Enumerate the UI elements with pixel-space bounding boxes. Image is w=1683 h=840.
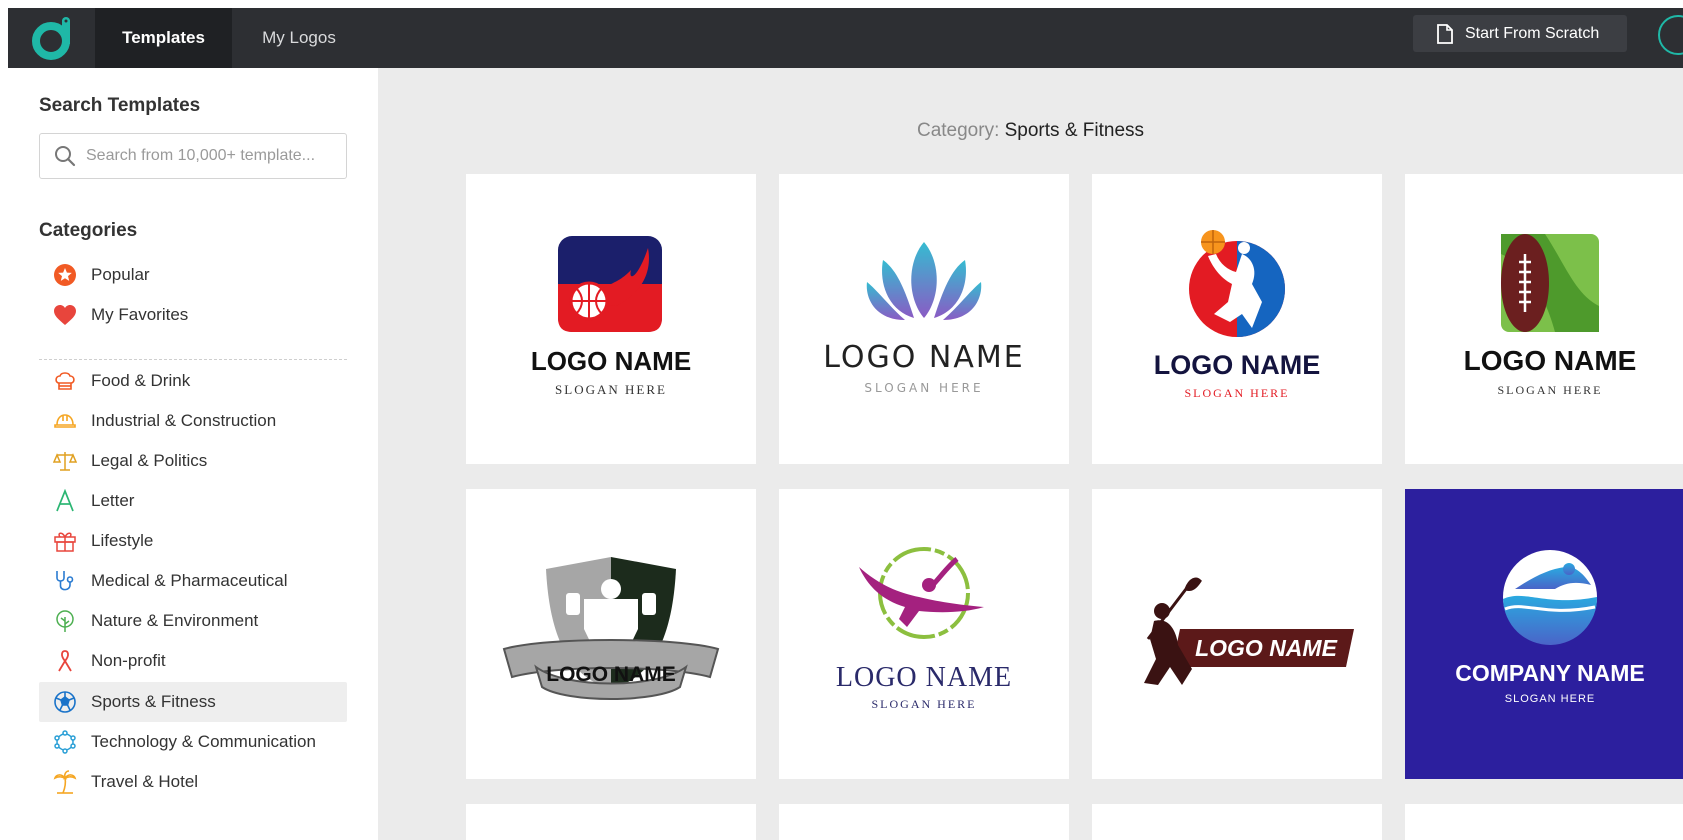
start-from-scratch-label: Start From Scratch [1465,24,1600,42]
category-item-non-profit[interactable]: Non-profit [39,641,347,681]
category-label: Nature & Environment [91,611,259,630]
palm-tree-icon [53,770,77,794]
flaming-basketball-icon: LOGO NAME SLOGAN HERE [531,236,691,397]
category-label: My Favorites [91,305,189,324]
category-divider [39,359,347,360]
search-icon [55,146,76,167]
category-label: Popular [91,265,150,284]
app-logo-icon[interactable] [30,14,76,62]
category-label: Food & Drink [91,371,191,390]
chef-hat-icon [53,369,77,393]
template-card[interactable] [466,804,756,840]
template-card[interactable] [1092,804,1382,840]
tab-my-logos[interactable]: My Logos [232,8,366,68]
category-label: Letter [91,491,135,510]
gift-icon [53,529,77,553]
category-item-industrial-construction[interactable]: Industrial & Construction [39,401,347,441]
category-label: Legal & Politics [91,451,208,470]
tab-templates[interactable]: Templates [95,8,232,68]
category-heading-label: Category: [916,120,1000,141]
category-heading-value: Sports & Fitness [1004,120,1145,141]
logo-slogan-text: SLOGAN HERE [555,382,667,397]
football-field-icon: LOGO NAME SLOGAN HERE [1464,234,1637,397]
heart-icon [53,303,77,327]
category-heading: Category: Sports & Fitness [378,120,1683,142]
user-avatar[interactable] [1658,15,1683,55]
category-item-popular[interactable]: Popular [39,255,347,295]
basketball-player-icon: LOGO NAME SLOGAN HERE [1154,230,1321,400]
ribbon-icon [53,649,77,673]
swimmer-icon: COMPANY NAME SLOGAN HERE [1455,550,1645,705]
soccer-ball-icon [53,690,77,714]
search-box [39,133,347,179]
logo-name-text: LOGO NAME [1464,345,1637,376]
category-item-travel-hotel[interactable]: Travel & Hotel [39,762,347,802]
category-label: Industrial & Construction [91,411,277,430]
category-item-sports-fitness[interactable]: Sports & Fitness [39,682,347,722]
logo-slogan-text: SLOGAN HERE [1185,386,1290,400]
start-from-scratch-button[interactable]: Start From Scratch [1413,15,1627,52]
logo-slogan-text: SLOGAN HERE [864,381,983,395]
template-card[interactable]: LOGO NAME [466,489,756,779]
lotus-icon: LOGO NAME SLOGAN HERE [823,242,1024,395]
logo-name-text: LOGO NAME [1195,635,1337,661]
sidebar: Search Templates Categories Popular My F… [8,68,378,840]
search-input[interactable] [86,147,326,165]
star-badge-icon [53,263,77,287]
category-item-lifestyle[interactable]: Lifestyle [39,521,347,561]
categories-title: Categories [39,220,138,241]
network-icon [53,730,77,754]
logo-name-text: LOGO NAME [531,346,691,376]
category-item-my-favorites[interactable]: My Favorites [39,295,347,335]
logo-name-text: LOGO NAME [836,662,1012,693]
template-card[interactable]: COMPANY NAME SLOGAN HERE [1405,489,1683,779]
category-label: Non-profit [91,651,166,670]
logo-name-text: LOGO NAME [546,663,676,686]
category-item-food-drink[interactable]: Food & Drink [39,361,347,401]
app-frame: Templates My Logos Start From Scratch Se… [8,8,1683,840]
lacrosse-player-icon: LOGO NAME [1144,577,1354,685]
category-item-legal-politics[interactable]: Legal & Politics [39,441,347,481]
search-templates-title: Search Templates [39,95,201,116]
logo-name-text: COMPANY NAME [1455,660,1645,686]
tree-icon [53,609,77,633]
gymnast-icon: LOGO NAME SLOGAN HERE [836,547,1012,711]
stethoscope-icon [53,569,77,593]
template-card[interactable]: LOGO NAME SLOGAN HERE [1405,174,1683,464]
document-icon [1437,23,1453,44]
weightlifter-shield-icon: LOGO NAME [502,557,720,700]
template-card[interactable]: LOGO NAME [1092,489,1382,779]
logo-name-text: LOGO NAME [1154,350,1321,380]
logo-slogan-text: SLOGAN HERE [1498,383,1603,397]
category-item-medical-pharmaceutical[interactable]: Medical & Pharmaceutical [39,561,347,601]
category-label: Travel & Hotel [91,772,199,791]
category-item-nature-environment[interactable]: Nature & Environment [39,601,347,641]
template-card[interactable]: LOGO NAME SLOGAN HERE [779,489,1069,779]
category-label: Sports & Fitness [91,692,216,711]
top-navbar: Templates My Logos Start From Scratch [8,8,1683,68]
template-card[interactable]: LOGO NAME SLOGAN HERE [779,174,1069,464]
scales-icon [53,449,77,473]
template-card[interactable] [779,804,1069,840]
template-card[interactable]: LOGO NAME SLOGAN HERE [1092,174,1382,464]
logo-slogan-text: SLOGAN HERE [1505,693,1595,705]
letter-a-icon [53,489,77,513]
category-item-letter[interactable]: Letter [39,481,347,521]
category-item-technology-communication[interactable]: Technology & Communication [39,722,347,762]
logo-slogan-text: SLOGAN HERE [872,697,977,711]
category-label: Technology & Communication [91,732,316,751]
category-label: Medical & Pharmaceutical [91,571,288,590]
category-label: Lifestyle [91,531,154,550]
template-card[interactable]: LOGO NAME SLOGAN HERE [466,174,756,464]
logo-name-text: LOGO NAME [823,340,1024,375]
hard-hat-icon [53,409,77,433]
template-card[interactable] [1405,804,1683,840]
